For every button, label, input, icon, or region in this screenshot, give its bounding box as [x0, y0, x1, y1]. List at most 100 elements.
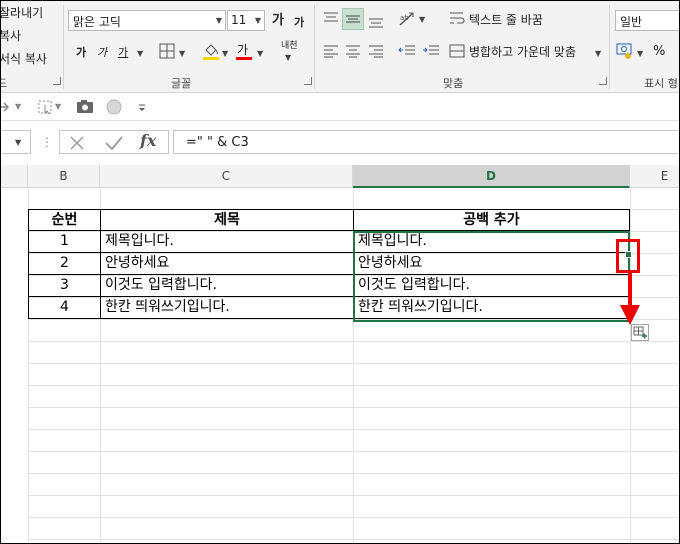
number-format-select[interactable]: 일반: [615, 10, 679, 31]
gridline: [28, 473, 679, 474]
fill-handle[interactable]: [625, 251, 632, 258]
align-center-icon[interactable]: [345, 44, 361, 58]
increase-indent-icon[interactable]: [422, 44, 440, 58]
borders-icon[interactable]: [159, 43, 175, 59]
chevron-down-icon[interactable]: ▼: [419, 15, 425, 24]
gridline: [28, 341, 679, 342]
grow-font-button[interactable]: 가: [272, 13, 284, 29]
accounting-format-icon[interactable]: [616, 42, 636, 60]
chevron-down-icon[interactable]: ▼: [15, 102, 21, 111]
select-objects-icon[interactable]: [37, 99, 53, 115]
wrap-text-button[interactable]: 텍스트 줄 바꿈: [469, 12, 543, 28]
align-middle-button[interactable]: [342, 8, 364, 30]
auto-fill-options-button[interactable]: [631, 324, 649, 341]
number-format-value: 일반: [620, 15, 643, 29]
percent-style-button[interactable]: %: [653, 44, 665, 60]
column-header-e[interactable]: E: [630, 165, 679, 188]
gridline: [28, 363, 679, 364]
gridline: [28, 407, 679, 408]
table-cell[interactable]: 1: [28, 231, 101, 253]
phonetic-guide-button[interactable]: 내천: [281, 41, 298, 51]
chevron-down-icon[interactable]: ▼: [179, 49, 185, 58]
formula-bar-splitter[interactable]: ⋮: [41, 134, 53, 150]
chevron-down-icon[interactable]: ▼: [137, 49, 143, 58]
table-cell[interactable]: 3: [28, 275, 101, 297]
group-separator: [314, 5, 315, 89]
insert-function-icon[interactable]: fx: [140, 133, 156, 149]
record-icon[interactable]: [105, 98, 123, 116]
table-cell[interactable]: 한칸 띄워쓰기입니다.: [354, 297, 630, 319]
camera-icon[interactable]: [76, 99, 94, 114]
align-top-icon[interactable]: [323, 11, 339, 25]
table-cell[interactable]: 안녕하세요: [354, 253, 630, 275]
column-header-c[interactable]: C: [100, 165, 353, 188]
chevron-down-icon[interactable]: ▼: [55, 102, 61, 111]
table-cell[interactable]: 한칸 띄워쓰기입니다.: [101, 297, 354, 319]
font-launcher-icon[interactable]: [304, 77, 312, 85]
gridline: [28, 319, 679, 320]
table-header-cell[interactable]: 제목: [101, 209, 354, 231]
fill-color-icon[interactable]: [202, 41, 220, 61]
formula-input[interactable]: =" " & C3: [173, 130, 679, 154]
font-size-select[interactable]: 11 ▼: [227, 10, 265, 31]
group-separator: [609, 5, 610, 89]
chevron-down-icon[interactable]: ▼: [222, 49, 228, 58]
underline-button[interactable]: 가: [118, 45, 128, 61]
merge-center-button[interactable]: 병합하고 가운데 맞춤: [469, 44, 576, 60]
font-color-swatch: [236, 57, 252, 60]
font-group-label: 글꼴: [171, 77, 192, 90]
gridline: [28, 539, 679, 540]
chevron-down-icon: ▼: [254, 16, 261, 25]
orientation-icon[interactable]: ab: [398, 10, 416, 28]
number-group-label: 표시 형: [644, 77, 678, 90]
merge-center-icon[interactable]: [449, 43, 465, 59]
table-cell[interactable]: 제목입니다.: [101, 231, 354, 253]
table-cell[interactable]: 제목입니다.: [354, 231, 630, 253]
formula-text: =" " & C3: [186, 135, 249, 150]
table-header-cell[interactable]: 공백 추가: [354, 209, 630, 231]
clipboard-launcher-icon[interactable]: [53, 77, 61, 85]
font-color-button[interactable]: 가: [237, 42, 248, 58]
chevron-down-icon[interactable]: ▼: [257, 49, 263, 58]
group-separator: [63, 5, 64, 89]
align-bottom-icon[interactable]: [368, 15, 384, 29]
bold-button[interactable]: 가: [76, 45, 86, 61]
font-name-select[interactable]: 맑은 고딕 ▼: [68, 10, 226, 31]
table-header-cell[interactable]: 순번: [28, 209, 101, 231]
table-cell[interactable]: 이것도 입력합니다.: [354, 275, 630, 297]
arrow-right-icon[interactable]: [0, 100, 11, 114]
drag-arrow: [628, 273, 632, 307]
alignment-launcher-icon[interactable]: [599, 77, 607, 85]
enter-check-icon[interactable]: [104, 134, 124, 152]
align-left-icon[interactable]: [323, 44, 339, 58]
svg-text:ab: ab: [400, 14, 409, 22]
wrap-text-icon[interactable]: [449, 10, 465, 26]
ribbon: 잘라내기 복사 서식 복사 드 맑은 고딕 ▼ 11 ▼ 가 가 가 가 가 ▼…: [1, 1, 679, 93]
decrease-indent-icon[interactable]: [398, 44, 416, 58]
format-painter-button[interactable]: 서식 복사: [1, 51, 47, 67]
table-cell[interactable]: 4: [28, 297, 101, 319]
font-size-value: 11: [231, 13, 247, 27]
align-right-icon[interactable]: [368, 44, 384, 58]
table-cell[interactable]: 이것도 입력합니다.: [101, 275, 354, 297]
quick-access-toolbar: ▼ ▼: [0, 93, 679, 121]
align-middle-icon: [346, 15, 360, 23]
select-all-corner[interactable]: [1, 165, 28, 188]
copy-button[interactable]: 복사: [1, 28, 21, 44]
column-header-d[interactable]: D: [353, 165, 630, 188]
font-name-value: 맑은 고딕: [73, 15, 121, 29]
gridline: [28, 429, 679, 430]
cancel-icon[interactable]: [68, 134, 86, 152]
chevron-down-icon[interactable]: ▼: [637, 49, 643, 58]
cut-button[interactable]: 잘라내기: [1, 5, 43, 21]
gridline: [28, 385, 679, 386]
table-cell[interactable]: 2: [28, 253, 101, 275]
shrink-font-button[interactable]: 가: [294, 15, 304, 31]
table-cell[interactable]: 안녕하세요: [101, 253, 354, 275]
name-box[interactable]: ▼: [1, 130, 31, 154]
customize-qat-icon[interactable]: [137, 103, 147, 113]
italic-button[interactable]: 가: [97, 45, 107, 61]
chevron-down-icon[interactable]: ▼: [595, 49, 601, 58]
chevron-down-icon[interactable]: ▼: [285, 53, 291, 62]
column-header-b[interactable]: B: [28, 165, 100, 188]
